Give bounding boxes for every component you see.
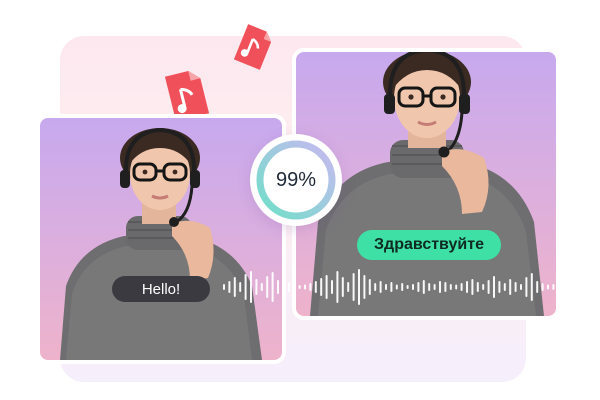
progress-percent: 99% (275, 168, 317, 191)
translated-caption: Здравствуйте (357, 230, 501, 260)
audio-waveform (223, 269, 555, 305)
source-video-frame (36, 114, 286, 364)
music-file-icon (233, 24, 272, 70)
source-caption: Hello! (112, 276, 210, 302)
speaker-portrait (60, 127, 262, 360)
translation-progress: 99% (250, 134, 342, 226)
